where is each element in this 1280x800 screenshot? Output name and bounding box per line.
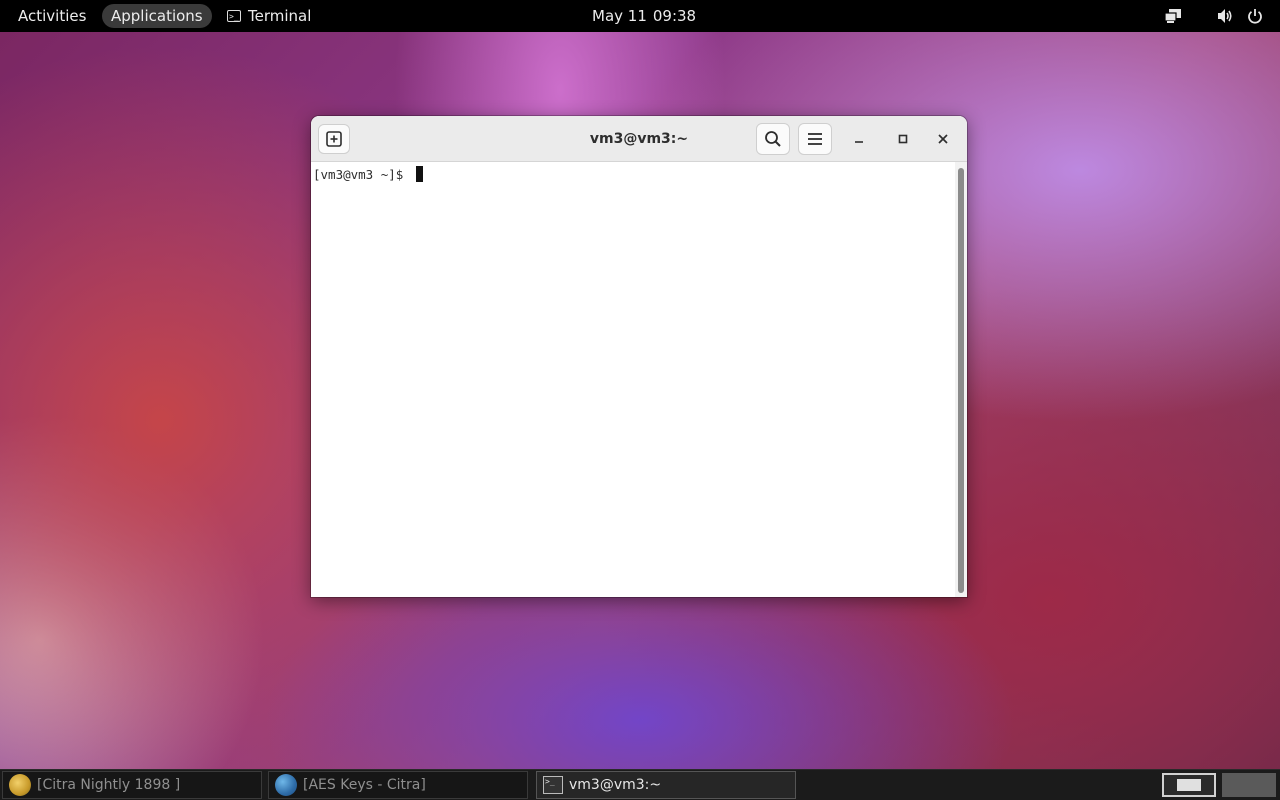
power-icon[interactable] [1247, 0, 1263, 32]
taskbar-item-label: vm3@vm3:~ [569, 777, 662, 793]
top-bar: Activities Applications >_ Terminal May … [0, 0, 1280, 32]
workspace-2-switcher[interactable] [1222, 773, 1276, 797]
text-cursor [415, 166, 423, 182]
terminal-scrollbar[interactable] [955, 162, 967, 597]
citra-icon [9, 774, 31, 796]
taskbar-item-terminal[interactable]: >_ vm3@vm3:~ [536, 771, 796, 799]
window-list-panel: [Citra Nightly 1898 ] [AES Keys - Citra]… [0, 769, 1280, 800]
search-button[interactable] [756, 123, 790, 155]
workspace-1-switcher[interactable] [1162, 773, 1216, 797]
main-menu-button[interactable] [798, 123, 832, 155]
minimize-button[interactable] [847, 127, 871, 151]
shell-prompt: [vm3@vm3 ~]$ [313, 166, 411, 182]
scrollbar-thumb[interactable] [958, 168, 964, 593]
clock-time: 09:38 [652, 7, 697, 25]
close-button[interactable] [931, 127, 955, 151]
activities-button[interactable]: Activities [18, 0, 86, 32]
terminal-icon: >_ [227, 10, 241, 22]
minimize-icon [855, 141, 863, 143]
new-tab-icon [326, 131, 342, 147]
window-title: vm3@vm3:~ [589, 131, 689, 147]
close-icon [938, 134, 948, 144]
workspace-window-thumbnail [1177, 779, 1201, 791]
focused-app-menu[interactable]: >_ Terminal [227, 0, 311, 32]
applications-menu[interactable]: Applications [102, 4, 212, 28]
window-headerbar[interactable]: vm3@vm3:~ [311, 116, 967, 162]
clock-date: May 11 [592, 7, 647, 25]
terminal-icon: >_ [543, 776, 563, 794]
network-icon[interactable] [1164, 0, 1182, 32]
maximize-icon [898, 134, 908, 144]
clock[interactable]: May 11 09:38 [592, 0, 696, 32]
taskbar-item-label: [Citra Nightly 1898 ] [37, 777, 181, 793]
taskbar-item-aes-keys[interactable]: [AES Keys - Citra] [268, 771, 528, 799]
taskbar-item-label: [AES Keys - Citra] [303, 777, 426, 793]
maximize-button[interactable] [891, 127, 915, 151]
terminal-output-area[interactable]: [vm3@vm3 ~]$ [311, 162, 955, 597]
new-tab-button[interactable] [318, 124, 350, 154]
globe-icon [275, 774, 297, 796]
taskbar-item-citra-nightly[interactable]: [Citra Nightly 1898 ] [2, 771, 262, 799]
terminal-window[interactable]: vm3@vm3:~ [vm3@vm3 ~]$ [311, 116, 967, 597]
focused-app-label: Terminal [248, 7, 312, 25]
volume-icon[interactable] [1217, 0, 1235, 32]
shell-prompt-line: [vm3@vm3 ~]$ [313, 166, 423, 182]
search-icon [765, 131, 781, 147]
hamburger-menu-icon [808, 133, 822, 145]
